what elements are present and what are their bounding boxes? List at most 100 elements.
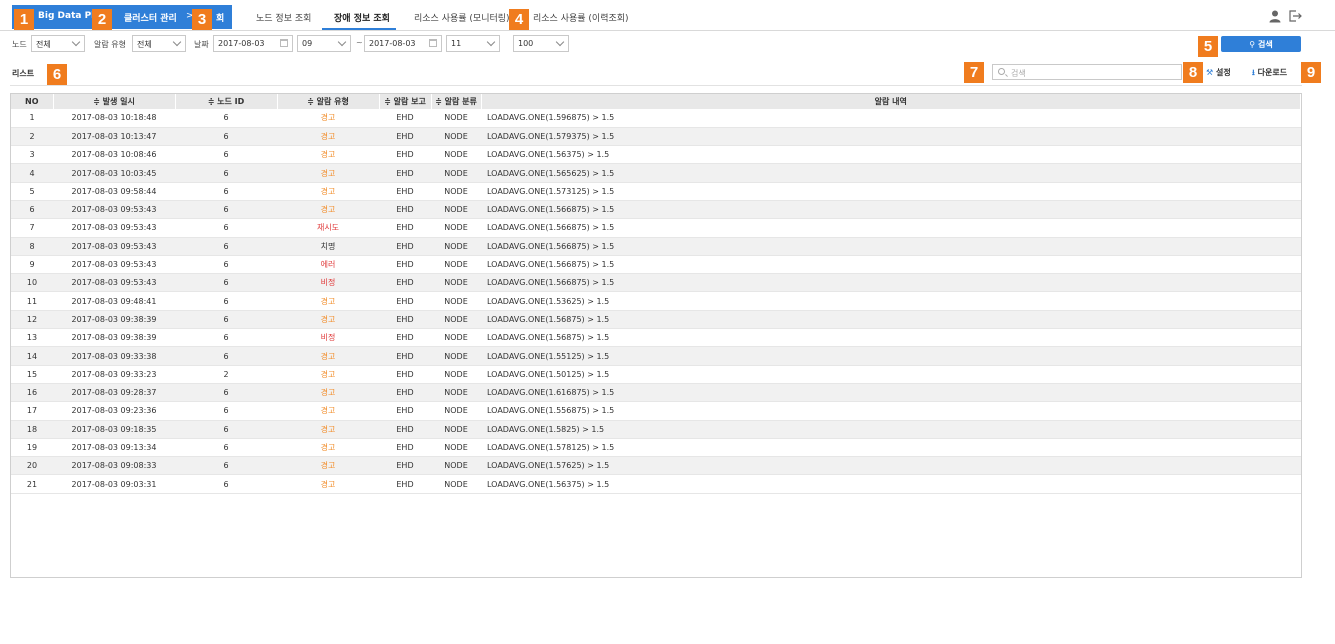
list-search-input[interactable]: 검색: [992, 64, 1182, 80]
search-button[interactable]: ⚲ 검색: [1221, 36, 1301, 52]
tab-node-info[interactable]: 노드 정보 조회: [256, 11, 311, 24]
tab-resource-monitoring[interactable]: 리소스 사용률 (모니터링): [414, 11, 510, 24]
cell-node-id: 6: [175, 438, 277, 458]
cell-node-id: 6: [175, 474, 277, 494]
cell-alarm-detail: LOADAVG.ONE(1.578125) > 1.5: [481, 438, 1301, 458]
table-row[interactable]: 6 2017-08-03 09:53:43 6 경고 EHD NODE LOADAVG.ON…: [11, 200, 1301, 220]
end-hour-select[interactable]: 11: [446, 35, 500, 52]
chevron-down-icon: [555, 37, 565, 47]
cell-time: 2017-08-03 09:33:23: [53, 365, 175, 384]
node-filter-label: 노드: [12, 40, 27, 49]
cell-time: 2017-08-03 10:03:45: [53, 163, 175, 183]
page-size-select[interactable]: 100: [513, 35, 569, 52]
column-header-alarm-type[interactable]: ≑ 알람 유형: [277, 94, 380, 109]
table-row[interactable]: 4 2017-08-03 10:03:45 6 경고 EHD NODE LOADAVG.ON…: [11, 163, 1301, 183]
table-row[interactable]: 20 2017-08-03 09:08:33 6 경고 EHD NODE LOADAVG.O…: [11, 456, 1301, 476]
table-row[interactable]: 12 2017-08-03 09:38:39 6 경고 EHD NODE LOADAVG.O…: [11, 310, 1301, 330]
cell-node-id: 6: [175, 420, 277, 439]
cell-alarm-report: EHD: [379, 145, 431, 165]
cell-alarm-type: 경고: [277, 109, 379, 128]
alarm-type-select-value: 전체: [137, 40, 152, 49]
alarm-type-select[interactable]: 전체: [132, 35, 186, 52]
cell-alarm-type: 재시도: [277, 218, 379, 238]
cell-no: 20: [11, 456, 53, 476]
table-row[interactable]: 9 2017-08-03 09:53:43 6 에러 EHD NODE LOADAVG.ON…: [11, 255, 1301, 275]
brand-title[interactable]: Big Data Pla: [38, 11, 100, 21]
table-row[interactable]: 16 2017-08-03 09:28:37 6 경고 EHD NODE LOADAVG.O…: [11, 383, 1301, 403]
cell-no: 14: [11, 346, 53, 366]
start-date-input[interactable]: 2017-08-03: [213, 35, 293, 52]
table-row[interactable]: 10 2017-08-03 09:53:43 6 비정 EHD NODE LOADAVG.O…: [11, 273, 1301, 293]
cell-no: 7: [11, 218, 53, 238]
cell-no: 11: [11, 291, 53, 311]
node-select[interactable]: 전체: [31, 35, 85, 52]
cell-alarm-report: EHD: [379, 365, 431, 384]
table-row[interactable]: 15 2017-08-03 09:33:23 2 경고 EHD NODE LOADAVG.O…: [11, 365, 1301, 384]
column-header-alarm-detail: 알람 내역: [481, 94, 1301, 109]
cell-alarm-report: EHD: [379, 383, 431, 403]
column-header-node-id[interactable]: ≑ 노드 ID: [175, 94, 278, 109]
cell-alarm-report: EHD: [379, 401, 431, 421]
cell-alarm-class: NODE: [431, 346, 481, 366]
column-header-alarm-report[interactable]: ≑ 알람 보고: [379, 94, 432, 109]
calendar-icon[interactable]: [280, 39, 288, 47]
calendar-icon[interactable]: [429, 39, 437, 47]
table-row[interactable]: 13 2017-08-03 09:38:39 6 비정 EHD NODE LOADAVG.O…: [11, 328, 1301, 348]
cell-alarm-detail: LOADAVG.ONE(1.56875) > 1.5: [481, 328, 1301, 348]
cell-alarm-detail: LOADAVG.ONE(1.566875) > 1.5: [481, 200, 1301, 220]
cell-node-id: 6: [175, 328, 277, 348]
end-date-input[interactable]: 2017-08-03: [364, 35, 442, 52]
cell-no: 10: [11, 273, 53, 293]
user-icon[interactable]: [1268, 9, 1282, 23]
table-row[interactable]: 14 2017-08-03 09:33:38 6 경고 EHD NODE LOADAVG.O…: [11, 346, 1301, 366]
cell-node-id: 6: [175, 109, 277, 128]
settings-button[interactable]: ⚒ 설정: [1206, 67, 1231, 78]
cell-no: 12: [11, 310, 53, 330]
cell-alarm-type: 경고: [277, 163, 379, 183]
table-row[interactable]: 19 2017-08-03 09:13:34 6 경고 EHD NODE LOADAVG.O…: [11, 438, 1301, 458]
tab-resource-history[interactable]: 리소스 사용률 (이력조회): [533, 11, 629, 24]
table-row[interactable]: 7 2017-08-03 09:53:43 6 재시도 EHD NODE LOADAVG.O…: [11, 218, 1301, 238]
table-row[interactable]: 11 2017-08-03 09:48:41 6 경고 EHD NODE LOADAVG.O…: [11, 291, 1301, 311]
cell-alarm-report: EHD: [379, 310, 431, 330]
cell-alarm-class: NODE: [431, 328, 481, 348]
cell-alarm-type: 경고: [277, 182, 379, 201]
cell-alarm-report: EHD: [379, 127, 431, 147]
cell-alarm-detail: LOADAVG.ONE(1.5825) > 1.5: [481, 420, 1301, 439]
table-row[interactable]: 17 2017-08-03 09:23:36 6 경고 EHD NODE LOADAVG.O…: [11, 401, 1301, 421]
table-row[interactable]: 1 2017-08-03 10:18:48 6 경고 EHD NODE LOADAVG.ON…: [11, 109, 1301, 128]
cell-no: 2: [11, 127, 53, 147]
cell-time: 2017-08-03 09:53:43: [53, 237, 175, 256]
step-badge-4: 4: [509, 9, 529, 30]
table-row[interactable]: 21 2017-08-03 09:03:31 6 경고 EHD NODE LOADAVG.O…: [11, 474, 1301, 494]
cell-alarm-type: 경고: [277, 365, 379, 384]
cell-no: 16: [11, 383, 53, 403]
breadcrumb-cluster-management[interactable]: 클러스터 관리: [124, 11, 177, 24]
cell-node-id: 6: [175, 401, 277, 421]
column-header-no[interactable]: NO: [11, 94, 54, 109]
end-hour-value: 11: [451, 39, 462, 48]
table-row[interactable]: 8 2017-08-03 09:53:43 6 치명 EHD NODE LOADAVG.ON…: [11, 237, 1301, 256]
cell-alarm-detail: LOADAVG.ONE(1.566875) > 1.5: [481, 218, 1301, 238]
cell-time: 2017-08-03 09:28:37: [53, 383, 175, 403]
column-header-alarm-class[interactable]: ≑ 알람 분류: [431, 94, 482, 109]
date-label: 날짜: [194, 40, 209, 49]
cell-no: 19: [11, 438, 53, 458]
table-row[interactable]: 2 2017-08-03 10:13:47 6 경고 EHD NODE LOADAVG.ON…: [11, 127, 1301, 147]
download-button[interactable]: ⭳ 다운로드: [1252, 67, 1287, 81]
column-header-time[interactable]: ≑ 발생 일시: [53, 94, 176, 109]
cell-alarm-type: 비정: [277, 328, 379, 348]
table-row[interactable]: 18 2017-08-03 09:18:35 6 경고 EHD NODE LOADAVG.O…: [11, 420, 1301, 439]
cell-no: 13: [11, 328, 53, 348]
start-hour-select[interactable]: 09: [297, 35, 351, 52]
logout-icon[interactable]: [1288, 9, 1302, 23]
cell-alarm-detail: LOADAVG.ONE(1.565625) > 1.5: [481, 163, 1301, 183]
cell-alarm-detail: LOADAVG.ONE(1.53625) > 1.5: [481, 291, 1301, 311]
table-row[interactable]: 5 2017-08-03 09:58:44 6 경고 EHD NODE LOADAVG.ON…: [11, 182, 1301, 201]
cell-alarm-class: NODE: [431, 474, 481, 494]
table-row[interactable]: 3 2017-08-03 10:08:46 6 경고 EHD NODE LOADAVG.ON…: [11, 145, 1301, 165]
cell-alarm-type: 치명: [277, 237, 379, 256]
cell-alarm-type: 경고: [277, 310, 379, 330]
tab-fault-info[interactable]: 장애 정보 조회: [334, 11, 390, 24]
settings-label: 설정: [1215, 68, 1231, 77]
